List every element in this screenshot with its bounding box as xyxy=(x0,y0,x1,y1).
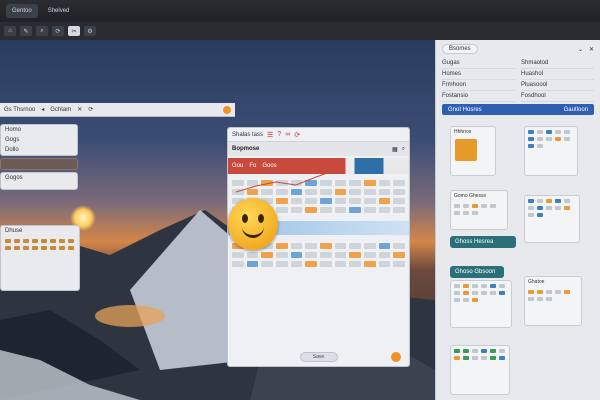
left-panel-bar xyxy=(0,158,78,170)
grid-icon[interactable]: ▦ xyxy=(392,146,398,153)
left-panel-1-item[interactable]: Dollo xyxy=(1,145,77,155)
left-panel-3-item[interactable]: Dhuse xyxy=(1,226,79,236)
teal-button-2[interactable]: Ghoso Gbsoon xyxy=(450,266,504,278)
search-bar-left-text: Gs Thsrnoo xyxy=(4,106,36,113)
list-item[interactable]: Homes xyxy=(442,69,515,80)
toolbar: ⌂ ✎ ⌕ ⟳ ✂ ⚙ xyxy=(0,22,600,40)
search-icon[interactable]: ⌕ xyxy=(36,26,48,36)
question-icon[interactable]: ? xyxy=(277,131,281,138)
home-icon[interactable]: ⌂ xyxy=(4,26,16,36)
right-card-5[interactable] xyxy=(450,280,512,328)
right-sidebar: Bsomes ⌄ ✕ Gugas Shmaotod Homes Huashol … xyxy=(435,40,600,400)
search-icon[interactable]: ⌕ xyxy=(402,146,405,153)
selected-right: Gautloon xyxy=(563,106,588,113)
refresh-icon[interactable]: ⟳ xyxy=(294,131,300,139)
save-button[interactable]: Save xyxy=(299,352,338,362)
right-list: Gugas Shmaotod Homes Huashol Frmhoon Plu… xyxy=(436,58,600,102)
left-panel-1-item[interactable]: Homo xyxy=(1,125,77,135)
back-icon[interactable]: ◂ xyxy=(41,106,44,113)
window-search-bar: Gs Thsrnoo ◂ Gchtam ✕ ⟳ xyxy=(0,103,235,117)
right-card-3[interactable]: Gomo Ghesss xyxy=(450,190,508,230)
selected-left: Gnot Hosres xyxy=(448,106,482,113)
left-panel-1[interactable]: Homo Gogs Dollo xyxy=(0,124,78,156)
left-panel-3-dots xyxy=(1,236,79,253)
left-panel-3[interactable]: Dhuse xyxy=(0,225,80,291)
edit-icon[interactable]: ✎ xyxy=(20,26,32,36)
action-dot[interactable] xyxy=(391,352,401,362)
left-panel-2[interactable]: Gogos xyxy=(0,172,78,190)
right-sidebar-header: Bsomes ⌄ ✕ xyxy=(436,40,600,58)
left-panel-1-item[interactable]: Gogs xyxy=(1,135,77,145)
right-card-7[interactable] xyxy=(450,345,510,395)
selected-list-row[interactable]: Gnot Hosres Gautloon xyxy=(442,104,594,115)
list-item[interactable]: Gugas xyxy=(442,58,515,69)
smiley-emoji-icon xyxy=(228,198,278,250)
left-panel-2-item[interactable]: Gogos xyxy=(1,173,77,183)
list-item[interactable]: Fostansio xyxy=(442,91,515,102)
list-item[interactable]: Huashol xyxy=(521,69,594,80)
cut-icon[interactable]: ✂ xyxy=(68,26,80,36)
list-item[interactable]: Fosdhool xyxy=(521,91,594,102)
right-card-4[interactable] xyxy=(524,195,580,243)
list-item[interactable]: Shmaotod xyxy=(521,58,594,69)
card-title: Hhhnos xyxy=(454,129,472,135)
list-item[interactable]: Frmhoon xyxy=(442,80,515,91)
header-pill[interactable]: Bsomes xyxy=(442,44,478,54)
top-bar: Gentoo Shelved xyxy=(0,0,600,22)
menu-icon[interactable]: ☰ xyxy=(267,131,273,139)
right-card-2[interactable] xyxy=(524,126,578,176)
trend-line xyxy=(236,169,337,193)
reload-icon[interactable]: ⟳ xyxy=(88,106,93,113)
chevron-down-icon[interactable]: ⌄ xyxy=(578,46,583,53)
close-icon[interactable]: ✕ xyxy=(77,106,82,113)
teal-button[interactable]: Ghoss Hesrea xyxy=(450,236,516,248)
card-title: Ghatoe xyxy=(528,279,545,285)
app-window-toolbar: Bopmose ▦ ⌕ xyxy=(228,142,409,156)
tab-shelved[interactable]: Shelved xyxy=(42,4,76,18)
status-dot xyxy=(223,105,231,114)
refresh-icon[interactable]: ⟳ xyxy=(52,26,64,36)
search-bar-mid-text: Gchtam xyxy=(50,106,72,113)
tab-gentoo[interactable]: Gentoo xyxy=(6,4,38,18)
right-card-1[interactable]: Hhhnos xyxy=(450,126,496,176)
close-icon[interactable]: ✕ xyxy=(589,46,594,53)
app-window-footer: Save xyxy=(228,348,409,366)
toolbar-label: Bopmose xyxy=(232,146,260,152)
link-icon[interactable]: ∞ xyxy=(285,131,290,138)
lake xyxy=(95,305,165,327)
right-card-6[interactable]: Ghatoe xyxy=(524,276,582,326)
list-item[interactable]: Pluasoool xyxy=(521,80,594,91)
card-title: Gomo Ghesss xyxy=(454,193,486,199)
folder-icon xyxy=(455,139,477,161)
app-window-title: Shalas tass xyxy=(232,131,264,138)
gear-icon[interactable]: ⚙ xyxy=(84,26,96,36)
app-window-titlebar: Shalas tass ☰ ? ∞ ⟳ xyxy=(228,128,409,142)
